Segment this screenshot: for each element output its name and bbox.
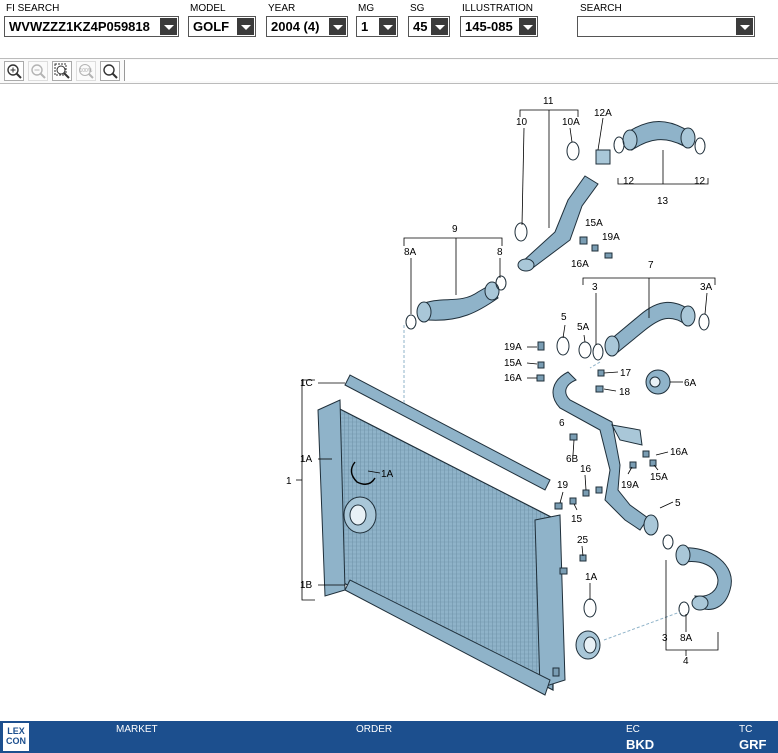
order-label: ORDER bbox=[356, 724, 393, 735]
mg-select[interactable]: 1 bbox=[356, 16, 398, 37]
toolbar: 100% bbox=[0, 58, 778, 84]
callout-13[interactable]: 13 bbox=[657, 196, 669, 207]
search-select[interactable] bbox=[577, 16, 755, 37]
callout-25[interactable]: 25 bbox=[577, 535, 589, 546]
toolbar-field[interactable] bbox=[124, 60, 778, 81]
footer-bar: LEX CON MARKET ORDER EC BKD TC GRF bbox=[0, 721, 778, 753]
chevron-down-icon[interactable] bbox=[160, 18, 177, 35]
callout-1b[interactable]: 1B bbox=[300, 580, 313, 591]
hose-7[interactable] bbox=[592, 301, 710, 361]
callout-3a[interactable]: 3A bbox=[700, 282, 713, 293]
callout-1[interactable]: 1 bbox=[286, 476, 292, 487]
callout-1a-left[interactable]: 1A bbox=[300, 454, 313, 465]
model-select[interactable]: GOLF bbox=[188, 16, 256, 37]
lexcom-logo: LEX CON bbox=[3, 723, 29, 751]
callout-1c[interactable]: 1C bbox=[300, 378, 313, 389]
chevron-down-icon[interactable] bbox=[519, 18, 536, 35]
callout-8a[interactable]: 8A bbox=[404, 247, 417, 258]
callout-10[interactable]: 10 bbox=[516, 117, 528, 128]
year-value: 2004 (4) bbox=[271, 19, 320, 34]
zoom-100-text: 100% bbox=[80, 68, 93, 74]
sg-label: SG bbox=[410, 3, 425, 14]
callout-12a[interactable]: 12A bbox=[594, 108, 612, 119]
chevron-down-icon[interactable] bbox=[431, 18, 448, 35]
fi-search-value: WVWZZZ1KZ4P059818 bbox=[9, 19, 150, 34]
callout-1a-inner[interactable]: 1A bbox=[381, 469, 394, 480]
chevron-down-icon[interactable] bbox=[379, 18, 396, 35]
callout-12-right[interactable]: 12 bbox=[694, 176, 706, 187]
fi-search-label: FI SEARCH bbox=[6, 3, 60, 14]
tc-label: TC bbox=[739, 724, 753, 735]
illustration-select[interactable]: 145-085 bbox=[460, 16, 538, 37]
callout-8a-bottom[interactable]: 8A bbox=[680, 633, 693, 644]
callout-5a[interactable]: 5A bbox=[577, 322, 590, 333]
callout-16a-mid[interactable]: 16A bbox=[504, 373, 522, 384]
sg-select[interactable]: 45 bbox=[408, 16, 450, 37]
illustration-label: ILLUSTRATION bbox=[462, 3, 533, 14]
callout-15a-mid[interactable]: 15A bbox=[504, 358, 522, 369]
illustration-value: 145-085 bbox=[465, 19, 513, 34]
mg-label: MG bbox=[358, 3, 375, 14]
callout-9[interactable]: 9 bbox=[452, 224, 458, 235]
callout-19a[interactable]: 19A bbox=[602, 232, 620, 243]
callout-7[interactable]: 7 bbox=[648, 260, 654, 271]
chevron-down-icon[interactable] bbox=[237, 18, 254, 35]
callout-16[interactable]: 16 bbox=[580, 464, 592, 475]
hose-13[interactable] bbox=[613, 121, 706, 155]
fi-search-select[interactable]: WVWZZZ1KZ4P059818 bbox=[4, 16, 179, 37]
callout-15[interactable]: 15 bbox=[571, 514, 583, 525]
callout-6[interactable]: 6 bbox=[559, 418, 565, 429]
zoom-in-icon[interactable] bbox=[4, 61, 24, 81]
sg-value: 45 bbox=[413, 19, 428, 34]
callout-3[interactable]: 3 bbox=[592, 282, 598, 293]
callout-16a-right[interactable]: 16A bbox=[670, 447, 688, 458]
callout-11[interactable]: 11 bbox=[543, 96, 554, 107]
callout-19a-right[interactable]: 19A bbox=[621, 480, 639, 491]
callout-5-right[interactable]: 5 bbox=[675, 498, 681, 509]
model-value: GOLF bbox=[193, 19, 230, 34]
mg-value: 1 bbox=[361, 19, 369, 34]
callout-10a[interactable]: 10A bbox=[562, 117, 580, 128]
magnifier-icon[interactable] bbox=[100, 61, 120, 81]
pipe-11[interactable] bbox=[514, 141, 611, 272]
ec-label: EC bbox=[626, 724, 640, 735]
model-label: MODEL bbox=[190, 3, 226, 14]
callout-15a[interactable]: 15A bbox=[585, 218, 603, 229]
callout-6b[interactable]: 6B bbox=[566, 454, 579, 465]
callout-16a[interactable]: 16A bbox=[571, 259, 589, 270]
year-select[interactable]: 2004 (4) bbox=[266, 16, 348, 37]
callout-6a[interactable]: 6A bbox=[684, 378, 697, 389]
year-label: YEAR bbox=[268, 3, 296, 14]
callout-15a-right[interactable]: 15A bbox=[650, 472, 668, 483]
callout-19a-mid[interactable]: 19A bbox=[504, 342, 522, 353]
hose-4[interactable] bbox=[583, 544, 732, 618]
parts-illustration[interactable]: 11 10 10A 12A 12 12 13 9 8A 8 15A 19A 16… bbox=[0, 86, 778, 716]
chevron-down-icon[interactable] bbox=[736, 18, 753, 35]
zoom-area-icon[interactable] bbox=[52, 61, 72, 81]
callout-19[interactable]: 19 bbox=[557, 480, 569, 491]
callout-18[interactable]: 18 bbox=[619, 387, 631, 398]
callout-1a-right[interactable]: 1A bbox=[585, 572, 598, 583]
callout-8[interactable]: 8 bbox=[497, 247, 503, 258]
callout-3-bottom[interactable]: 3 bbox=[662, 633, 668, 644]
search-label: SEARCH bbox=[580, 3, 622, 14]
market-label: MARKET bbox=[116, 724, 158, 735]
tc-value: GRF bbox=[739, 737, 767, 752]
callout-5[interactable]: 5 bbox=[561, 312, 567, 323]
callout-17[interactable]: 17 bbox=[620, 368, 632, 379]
callout-4[interactable]: 4 bbox=[683, 656, 689, 667]
ec-value: BKD bbox=[626, 737, 655, 752]
zoom-100-icon[interactable]: 100% bbox=[76, 61, 96, 81]
zoom-out-icon[interactable] bbox=[28, 61, 48, 81]
chevron-down-icon[interactable] bbox=[329, 18, 346, 35]
callout-12-left[interactable]: 12 bbox=[623, 176, 635, 187]
